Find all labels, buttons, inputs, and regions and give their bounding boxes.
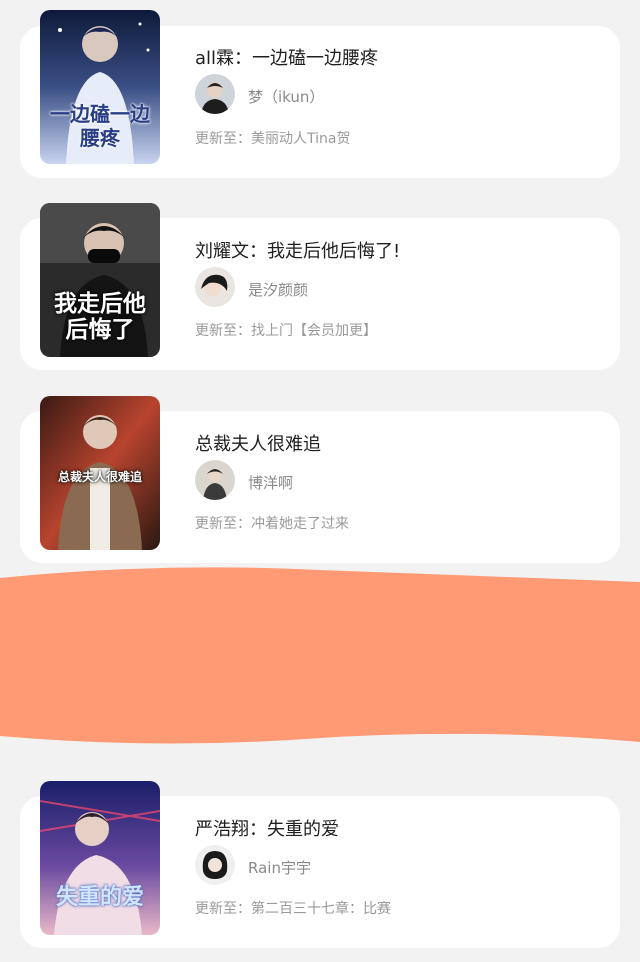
author-name[interactable]: 博洋啊 [248,472,293,493]
cover-title: 一边磕一边腰疼 [50,102,150,150]
cover-title: 我走后他后悔了 [54,290,146,343]
update-chapter: 美丽动人Tina贺 [251,131,351,147]
update-chapter: 找上门【会员加更】 [251,323,377,339]
cover-title: 总裁夫人很难追 [57,470,142,484]
update-label: 更新至： [195,131,251,147]
latest-chapter: 更新至：美丽动人Tina贺 [195,128,350,148]
author-name[interactable]: 是汐颜颜 [248,279,308,300]
avatar-image [195,74,235,114]
redaction-overlay [0,567,640,744]
book-title[interactable]: all霖：一边磕一边腰疼 [195,44,378,70]
author-name[interactable]: Rain宇宇 [248,857,311,878]
latest-chapter: 更新至：找上门【会员加更】 [195,320,377,340]
author-avatar[interactable] [195,845,235,885]
book-cover-3[interactable]: 总裁夫人很难追 [40,396,160,550]
update-label: 更新至： [195,516,251,532]
avatar-image [195,460,235,500]
book-title[interactable]: 严浩翔：失重的爱 [195,815,339,841]
update-label: 更新至： [195,901,251,917]
cover-image [40,781,160,935]
author-avatar[interactable] [195,460,235,500]
book-cover-2[interactable]: 我走后他后悔了 [40,203,160,357]
update-chapter: 第二百三十七章：比赛 [251,901,391,917]
author-avatar[interactable] [195,74,235,114]
latest-chapter: 更新至：冲着她走了过来 [195,513,349,533]
latest-chapter: 更新至：第二百三十七章：比赛 [195,898,391,918]
book-title[interactable]: 刘耀文：我走后他后悔了! [195,237,400,263]
avatar-image [195,845,235,885]
avatar-image [195,267,235,307]
update-label: 更新至： [195,323,251,339]
cover-title: 失重的爱 [55,884,144,910]
author-name[interactable]: 梦（ikun） [248,86,324,107]
book-cover-4[interactable]: 失重的爱 [40,781,160,935]
book-title[interactable]: 总裁夫人很难追 [195,430,321,456]
update-chapter: 冲着她走了过来 [251,516,349,532]
book-cover-1[interactable]: 一边磕一边腰疼 [40,10,160,164]
author-avatar[interactable] [195,267,235,307]
